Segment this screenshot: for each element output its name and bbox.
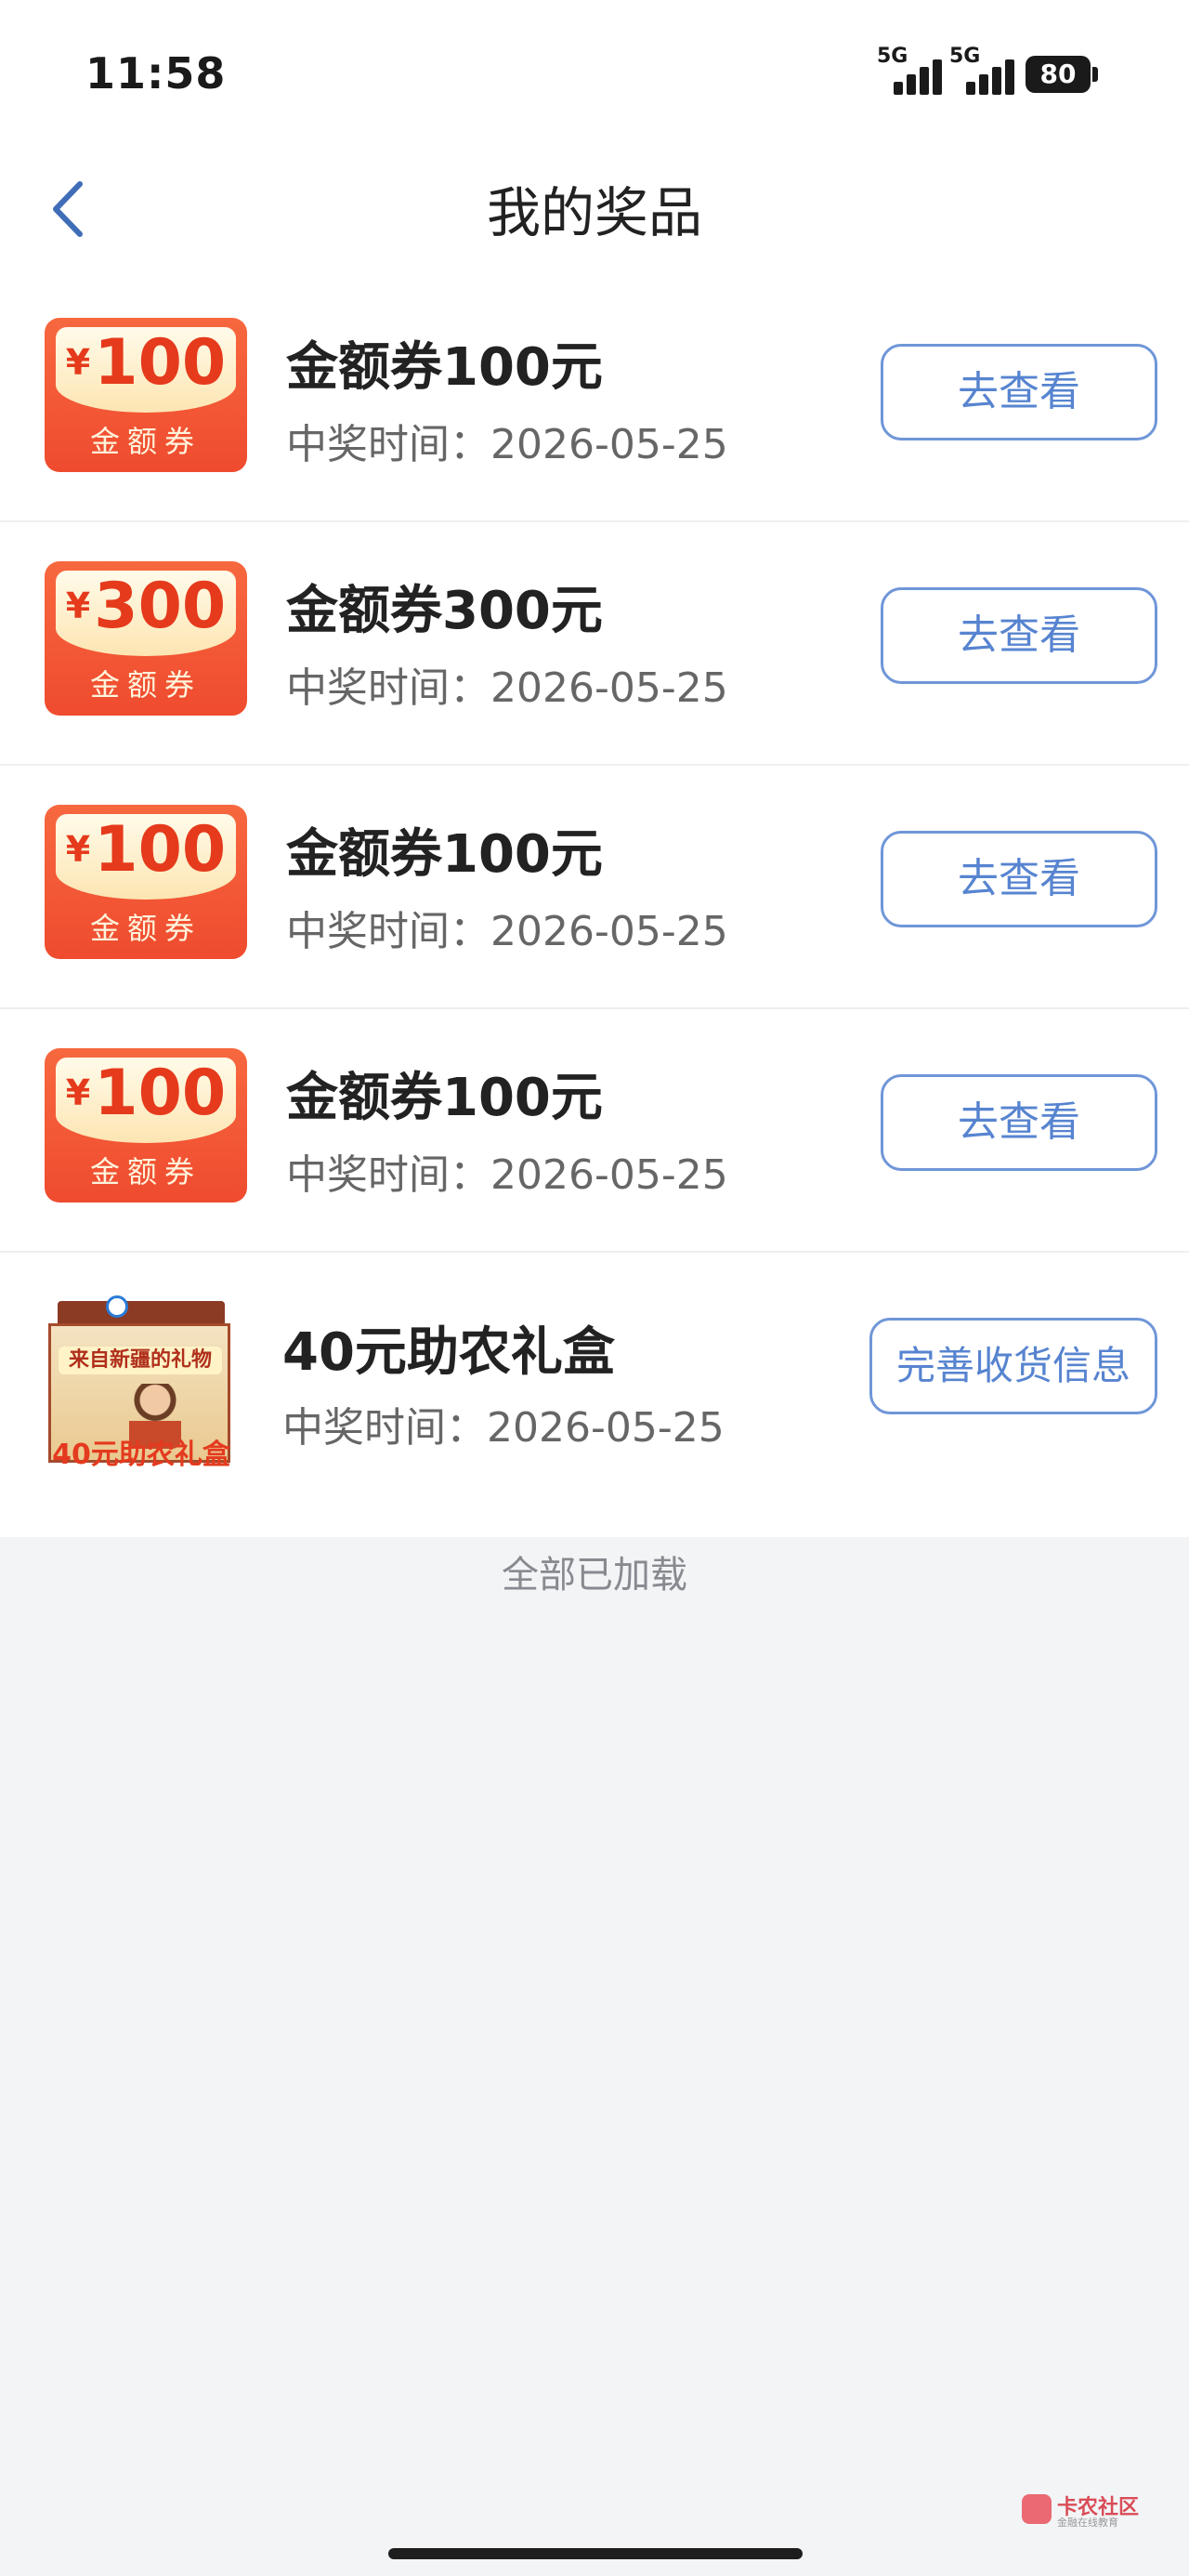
prize-win-time: 中奖时间：2026-05-25 — [286, 908, 728, 955]
nav-header: 我的奖品 — [0, 130, 1189, 279]
prize-list: ¥100 金额券 金额券100元 中奖时间：2026-05-25 去查看 ¥30… — [0, 279, 1189, 1537]
page-title: 我的奖品 — [486, 181, 702, 244]
signal-icon-2: 5G — [949, 45, 1014, 95]
status-time: 11:58 — [85, 48, 227, 99]
prize-name: 40元助农礼盒 — [282, 1322, 615, 1383]
prize-item: 来自新疆的礼物 40元助农礼盒 40元助农礼盒 中奖时间：2026-05-25 … — [0, 1253, 1189, 1537]
view-button[interactable]: 去查看 — [881, 344, 1157, 440]
coupon-label: 金额券 — [89, 1154, 202, 1189]
gift-box-image-title: 来自新疆的礼物 — [59, 1347, 222, 1374]
view-button[interactable]: 去查看 — [881, 831, 1157, 927]
coupon-amount: ¥100 — [65, 813, 227, 887]
prize-item: ¥100 金额券 金额券100元 中奖时间：2026-05-25 去查看 — [0, 1009, 1189, 1253]
prize-win-time: 中奖时间：2026-05-25 — [286, 664, 728, 712]
network-label-2: 5G — [949, 45, 981, 68]
all-loaded-text: 全部已加载 — [502, 1554, 687, 1597]
prize-name: 金额券100元 — [286, 337, 603, 398]
view-button[interactable]: 去查看 — [881, 1074, 1157, 1171]
view-button[interactable]: 去查看 — [881, 587, 1157, 684]
coupon-label: 金额券 — [89, 911, 202, 946]
watermark-subtitle: 金融在线教育 — [1057, 2517, 1118, 2529]
coupon-label: 金额券 — [89, 667, 202, 703]
prize-win-time: 中奖时间：2026-05-25 — [282, 1404, 725, 1452]
prize-item: ¥100 金额券 金额券100元 中奖时间：2026-05-25 去查看 — [0, 279, 1189, 522]
gift-box-image: 来自新疆的礼物 40元助农礼盒 — [48, 1295, 234, 1471]
signal-icon-1: 5G — [877, 45, 942, 95]
gift-box-image-caption: 40元助农礼盒 — [52, 1439, 230, 1471]
coupon-label: 金额券 — [89, 424, 202, 459]
prize-name: 金额券100元 — [286, 1068, 603, 1128]
status-bar: 11:58 5G 5G 80 — [0, 0, 1189, 130]
prize-item: ¥100 金额券 金额券100元 中奖时间：2026-05-25 去查看 — [0, 766, 1189, 1009]
coupon-amount: ¥100 — [65, 1057, 227, 1130]
brand-logo-icon — [106, 1295, 128, 1318]
coupon-image: ¥100 金额券 — [45, 1048, 247, 1203]
prize-name: 金额券100元 — [286, 824, 603, 885]
watermark-logo-icon — [1022, 2494, 1052, 2524]
coupon-image: ¥100 金额券 — [45, 805, 247, 959]
watermark: 卡农社区 金融在线教育 — [1022, 2491, 1161, 2531]
battery-tip — [1092, 67, 1098, 82]
prize-win-time: 中奖时间：2026-05-25 — [286, 421, 728, 468]
coupon-amount: ¥100 — [65, 326, 227, 400]
prize-name: 金额券300元 — [286, 581, 603, 641]
coupon-image: ¥300 金额券 — [45, 561, 247, 716]
battery-icon: 80 — [1026, 56, 1091, 93]
prize-win-time: 中奖时间：2026-05-25 — [286, 1151, 728, 1199]
complete-shipping-info-button[interactable]: 完善收货信息 — [869, 1318, 1157, 1414]
coupon-image: ¥100 金额券 — [45, 318, 247, 472]
home-indicator[interactable] — [388, 2548, 803, 2559]
prize-item: ¥300 金额券 金额券300元 中奖时间：2026-05-25 去查看 — [0, 522, 1189, 766]
network-label-1: 5G — [877, 45, 908, 68]
coupon-amount: ¥300 — [65, 570, 227, 643]
